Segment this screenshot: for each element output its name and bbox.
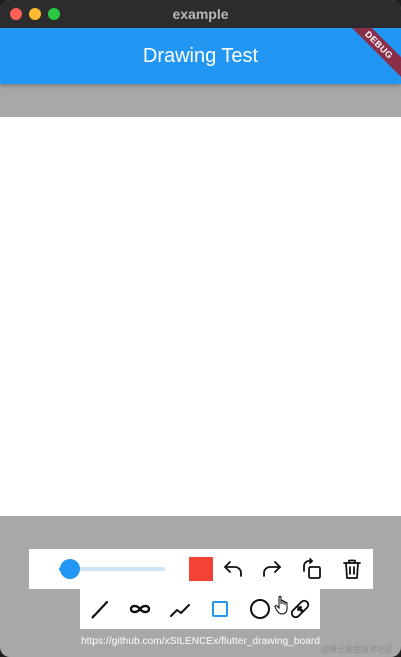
- slider-track[interactable]: [69, 567, 165, 571]
- color-picker-button[interactable]: [189, 557, 213, 581]
- circle-icon[interactable]: [246, 595, 274, 623]
- app-bar: Drawing Test DEBUG: [0, 28, 401, 84]
- drawing-canvas[interactable]: [0, 117, 401, 516]
- rectangle-icon[interactable]: [206, 595, 234, 623]
- infinity-icon[interactable]: [126, 595, 154, 623]
- rotate-icon[interactable]: [298, 555, 326, 583]
- trash-icon[interactable]: [338, 555, 366, 583]
- undo-icon[interactable]: [219, 555, 247, 583]
- hand-cursor-icon: [274, 595, 288, 615]
- watermark: @稀土掘金技术社区: [320, 645, 393, 654]
- redo-icon[interactable]: [258, 555, 286, 583]
- app-window: example Drawing Test DEBUG https://githu…: [0, 0, 401, 657]
- window-title: example: [172, 6, 229, 22]
- straight-line-icon[interactable]: [166, 595, 194, 623]
- slider-thumb[interactable]: [59, 559, 80, 579]
- page-title: Drawing Test: [142, 45, 259, 67]
- toolbar-actions: [29, 549, 373, 589]
- title-bar: example: [0, 0, 401, 28]
- pen-icon[interactable]: [86, 595, 114, 623]
